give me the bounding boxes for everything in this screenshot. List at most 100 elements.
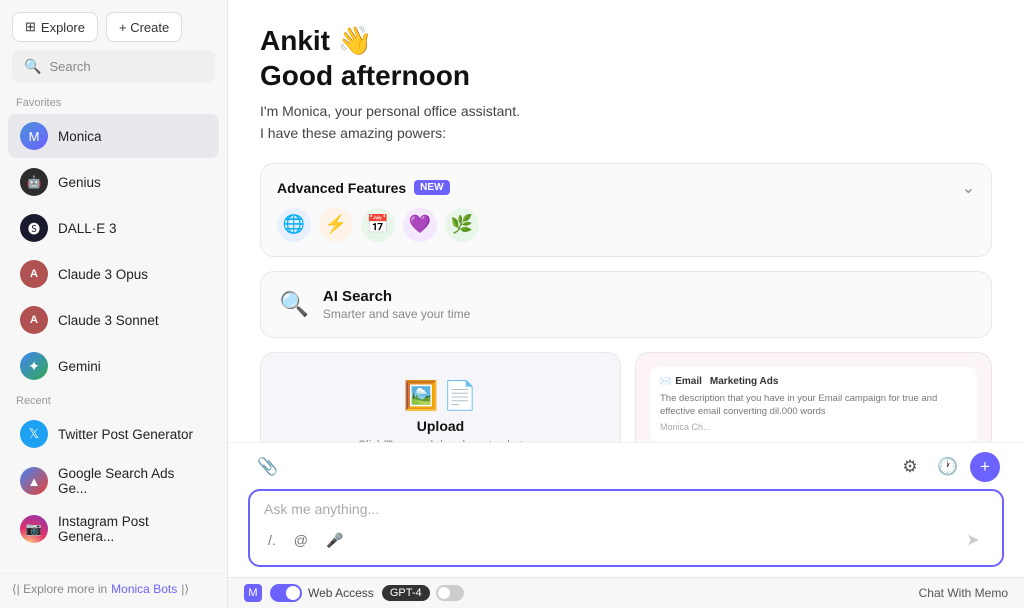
input-placeholder: Ask me anything...: [264, 501, 988, 517]
upload-doc-icon: 📄: [443, 379, 478, 412]
sidebar-item-genius[interactable]: 🤖 Genius: [8, 160, 219, 204]
gemini-label: Gemini: [58, 359, 101, 374]
attach-icon: 📎: [257, 457, 278, 477]
footer-bots-link[interactable]: Monica Bots: [111, 582, 177, 596]
feature-bolt-icon[interactable]: ⚡: [319, 208, 353, 242]
twitter-label: Twitter Post Generator: [58, 427, 193, 442]
writing-preview-credit: Monica Ch...: [660, 421, 967, 434]
feature-calendar-icon[interactable]: 📅: [361, 208, 395, 242]
search-icon: 🔍: [24, 58, 41, 75]
footer-prefix: ⟨| Explore more in: [12, 582, 107, 596]
web-access-label: Web Access: [308, 586, 374, 600]
genius-label: Genius: [58, 175, 101, 190]
features-header: Advanced Features NEW ⌄: [277, 178, 975, 198]
chat-with-memo[interactable]: Chat With Memo: [919, 586, 1008, 600]
features-icons-row: 🌐 ⚡ 📅 💜 🌿: [277, 208, 975, 242]
explore-grid-icon: ⊞: [25, 19, 36, 35]
claude-sonnet-icon: A: [20, 306, 48, 334]
input-bottom-toolbar: /. @ 🎤 ➤: [264, 525, 988, 555]
sidebar-item-dalle[interactable]: 🅢 DALL·E 3: [8, 206, 219, 250]
monica-icon: M: [20, 122, 48, 150]
history-icon: 🕐: [937, 457, 958, 477]
sidebar-item-twitter[interactable]: 𝕏 Twitter Post Generator: [8, 412, 219, 456]
gpt-badge[interactable]: GPT-4: [382, 585, 430, 601]
greeting-name: Ankit 👋: [260, 24, 992, 58]
new-badge: NEW: [414, 180, 449, 195]
send-icon: ➤: [966, 530, 979, 550]
instagram-label: Instagram Post Genera...: [58, 514, 207, 544]
claude-opus-label: Claude 3 Opus: [58, 267, 148, 282]
create-button[interactable]: + Create: [106, 12, 182, 42]
toolbar-right: ⚙ 🕐 +: [894, 451, 1000, 483]
history-button[interactable]: 🕐: [932, 451, 964, 483]
claude-opus-icon: A: [20, 260, 48, 288]
greeting-time: Good afternoon: [260, 58, 992, 94]
ai-search-icon: 🔍: [279, 290, 309, 319]
google-ads-label: Google Search Ads Ge...: [58, 466, 207, 496]
greeting-sub2: I have these amazing powers:: [260, 125, 446, 141]
dalle-label: DALL·E 3: [58, 221, 117, 236]
sidebar-top-actions: ⊞ Explore + Create: [0, 0, 227, 50]
settings-button[interactable]: ⚙: [894, 451, 926, 483]
features-title: Advanced Features NEW: [277, 180, 450, 196]
input-toolbar-top: 📎 ⚙ 🕐 +: [248, 451, 1004, 489]
upload-image-icon: 🖼️: [404, 379, 439, 412]
main-panel: Ankit 👋 Good afternoon I'm Monica, your …: [228, 0, 1024, 608]
greeting-sub: I'm Monica, your personal office assista…: [260, 100, 992, 145]
input-cmd-buttons: /. @ 🎤: [264, 530, 347, 551]
web-access-thumb: [286, 586, 300, 600]
chat-input-box[interactable]: Ask me anything... /. @ 🎤 ➤: [248, 489, 1004, 567]
settings-icon: ⚙: [902, 457, 917, 477]
ai-search-text: AI Search Smarter and save your time: [323, 288, 470, 321]
status-left: M Web Access GPT-4: [244, 584, 464, 602]
sidebar-item-claude-sonnet[interactable]: A Claude 3 Sonnet: [8, 298, 219, 342]
explore-button[interactable]: ⊞ Explore: [12, 12, 98, 42]
upload-card[interactable]: 🖼️ 📄 Upload Click/Drag and drop here to …: [260, 352, 621, 442]
attach-button[interactable]: 📎: [252, 451, 284, 483]
cards-row-2: 🖼️ 📄 Upload Click/Drag and drop here to …: [260, 352, 992, 442]
status-bar: M Web Access GPT-4 Chat With Memo: [228, 577, 1024, 608]
twitter-icon: 𝕏: [20, 420, 48, 448]
ai-search-title: AI Search: [323, 288, 470, 305]
dalle-icon: 🅢: [20, 214, 48, 242]
ai-search-card[interactable]: 🔍 AI Search Smarter and save your time: [260, 271, 992, 338]
writing-preview-body: The description that you have in your Em…: [660, 392, 967, 419]
sidebar-footer: ⟨| Explore more in Monica Bots |⟩: [0, 573, 227, 608]
advanced-features-card[interactable]: Advanced Features NEW ⌄ 🌐 ⚡ 📅 💜 🌿: [260, 163, 992, 257]
mic-button[interactable]: 🎤: [322, 530, 347, 551]
gpt-selector[interactable]: GPT-4: [382, 585, 464, 601]
gpt-toggle[interactable]: [436, 585, 464, 601]
monica-status-icon: M: [244, 584, 262, 602]
search-input[interactable]: 🔍 Search: [12, 50, 215, 83]
claude-sonnet-label: Claude 3 Sonnet: [58, 313, 159, 328]
sidebar-item-google-ads[interactable]: ▲ Google Search Ads Ge...: [8, 458, 219, 504]
chevron-down-icon[interactable]: ⌄: [962, 178, 975, 198]
add-button[interactable]: +: [970, 452, 1000, 482]
sidebar-item-gemini[interactable]: ✦ Gemini: [8, 344, 219, 388]
writing-agent-card[interactable]: ✉️ Email Marketing Ads The description t…: [635, 352, 992, 442]
feature-globe-icon[interactable]: 🌐: [277, 208, 311, 242]
at-command-button[interactable]: @: [290, 530, 312, 551]
upload-title: Upload: [417, 418, 464, 434]
sidebar-item-instagram[interactable]: 📷 Instagram Post Genera...: [8, 506, 219, 552]
sidebar-item-monica[interactable]: M Monica: [8, 114, 219, 158]
main-content: Ankit 👋 Good afternoon I'm Monica, your …: [228, 0, 1024, 442]
footer-suffix: |⟩: [181, 582, 189, 596]
web-access-toggle[interactable]: Web Access: [270, 584, 374, 602]
sidebar: ⊞ Explore + Create 🔍 Search Favorites M …: [0, 0, 228, 608]
gpt-thumb: [438, 587, 450, 599]
plus-icon: +: [980, 457, 990, 477]
sidebar-item-claude-opus[interactable]: A Claude 3 Opus: [8, 252, 219, 296]
feature-leaf-icon[interactable]: 🌿: [445, 208, 479, 242]
gemini-icon: ✦: [20, 352, 48, 380]
create-label: + Create: [119, 20, 169, 35]
web-access-track[interactable]: [270, 584, 302, 602]
explore-label: Explore: [41, 20, 85, 35]
writing-preview-title: ✉️ Email Marketing Ads: [660, 375, 967, 389]
search-placeholder: Search: [49, 59, 90, 74]
feature-purple-icon[interactable]: 💜: [403, 208, 437, 242]
instagram-icon: 📷: [20, 515, 48, 543]
send-button[interactable]: ➤: [958, 525, 988, 555]
recent-section-label: Recent: [0, 389, 227, 411]
slash-command-button[interactable]: /.: [264, 530, 280, 551]
